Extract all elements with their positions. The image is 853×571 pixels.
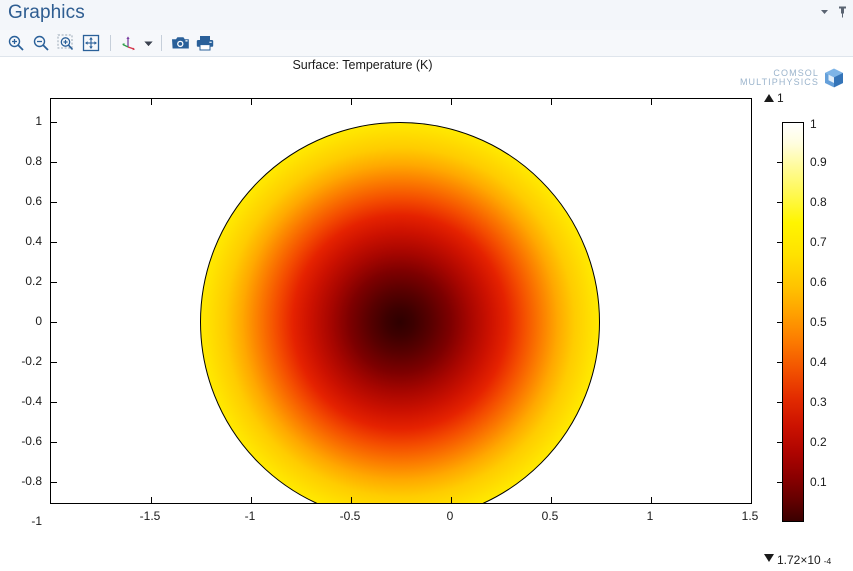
graphics-window: Graphics Surface: Temperature (K) COMSOL… [0,0,853,571]
colorbar-min-exponent: -4 [823,556,832,566]
colorbar-tick-label: 1 [810,117,817,131]
colorbar-tick [777,162,783,163]
plot-canvas[interactable]: Surface: Temperature (K) COMSOL MULTIPHY… [0,57,853,571]
xtick-label: -1.5 [139,509,161,523]
chevron-down-icon[interactable] [818,5,831,18]
xtick-bottom [651,497,652,503]
colorbar-max-value: 1 [777,91,784,105]
orientation-dropdown-caret[interactable] [142,32,155,54]
zoom-box-icon[interactable] [54,32,78,54]
xtick-bottom [451,497,452,503]
colorbar-tick [777,202,783,203]
xtick-label: 1.5 [741,509,759,523]
xtick-bottom [151,497,152,503]
colorbar-tick-label: 0.9 [810,155,827,169]
xtick-label: -0.5 [339,509,361,523]
xtick-top [551,99,552,105]
comsol-logo-line2: MULTIPHYSICS [739,77,819,87]
colorbar-tick-label: 0.7 [810,235,827,249]
ytick-left [51,202,57,203]
colorbar-min-value: 1.72×10 [777,553,821,567]
titlebar-controls [818,5,849,18]
colorbar-tick-label: 0.6 [810,275,827,289]
xtick-top [151,99,152,105]
page-title: Graphics [8,2,85,23]
comsol-logo: COMSOL MULTIPHYSICS [723,63,845,93]
graphics-toolbar [0,30,853,57]
colorbar-gradient-strip [782,122,804,522]
colorbar-tick-label: 0.1 [810,475,827,489]
ytick-label: -0.6 [21,434,42,448]
colorbar-tick [777,322,783,323]
toolbar-separator-2 [161,35,162,51]
ytick-label: 0.2 [25,274,42,288]
xtick-bottom [551,497,552,503]
ytick-left [51,282,57,283]
ytick-label: 0.6 [25,194,42,208]
colorbar: 1 1 0.9 0.8 0.7 0.6 0.5 0.4 0.3 0.2 0.1 [762,91,853,571]
triangle-down-icon [764,554,774,562]
ytick-label: -0.4 [21,394,42,408]
xtick-label: 0 [446,509,454,523]
ytick-left [51,442,57,443]
colorbar-tick-label: 0.4 [810,355,827,369]
ytick-left [51,322,57,323]
xtick-label: 1 [646,509,654,523]
xtick-bottom [251,497,252,503]
colorbar-min-annotation: 1.72×10 -4 [764,553,831,567]
colorbar-max-annotation: 1 [764,91,784,105]
ytick-label: -1 [31,514,42,528]
snapshot-icon[interactable] [168,32,192,54]
colorbar-tick [777,242,783,243]
pin-icon[interactable] [836,5,849,18]
graphics-title-bar: Graphics [0,0,853,31]
ytick-left [51,242,57,243]
zoom-extents-icon[interactable] [79,32,103,54]
plot-title: Surface: Temperature (K) [292,58,433,72]
ytick-left [51,482,57,483]
colorbar-tick-label: 0.3 [810,395,827,409]
ytick-label: 0.8 [25,154,42,168]
colorbar-tick [777,282,783,283]
colorbar-tick [777,362,783,363]
colorbar-tick [777,442,783,443]
colorbar-tick-label: 0.8 [810,195,827,209]
ytick-label: 0 [35,314,42,328]
ytick-left [51,362,57,363]
axis-orientation-icon[interactable] [117,32,141,54]
xtick-top [251,99,252,105]
ytick-left [51,162,57,163]
xtick-bottom [751,497,752,503]
ytick-label: -0.2 [21,354,42,368]
xtick-label: 0.5 [541,509,559,523]
zoom-out-icon[interactable] [29,32,53,54]
xtick-top [751,99,752,105]
temperature-surface-disc [200,122,600,503]
ytick-label: 0.4 [25,234,42,248]
ytick-label: -0.8 [21,474,42,488]
toolbar-separator-1 [110,35,111,51]
ytick-label: 1 [35,114,42,128]
ytick-left [51,122,57,123]
colorbar-tick [777,402,783,403]
comsol-wordmark: COMSOL MULTIPHYSICS [739,68,819,88]
colorbar-tick-label: 0.5 [810,315,827,329]
axes-frame[interactable] [50,98,752,504]
colorbar-tick-label: 0.2 [810,435,827,449]
triangle-up-icon [764,94,774,102]
xtick-top [651,99,652,105]
comsol-cube-icon [825,68,843,88]
ytick-left [51,402,57,403]
xtick-top [451,99,452,105]
colorbar-tick [777,482,783,483]
xtick-top [351,99,352,105]
zoom-in-icon[interactable] [4,32,28,54]
print-icon[interactable] [193,32,217,54]
xtick-bottom [351,497,352,503]
xtick-label: -1 [244,509,256,523]
